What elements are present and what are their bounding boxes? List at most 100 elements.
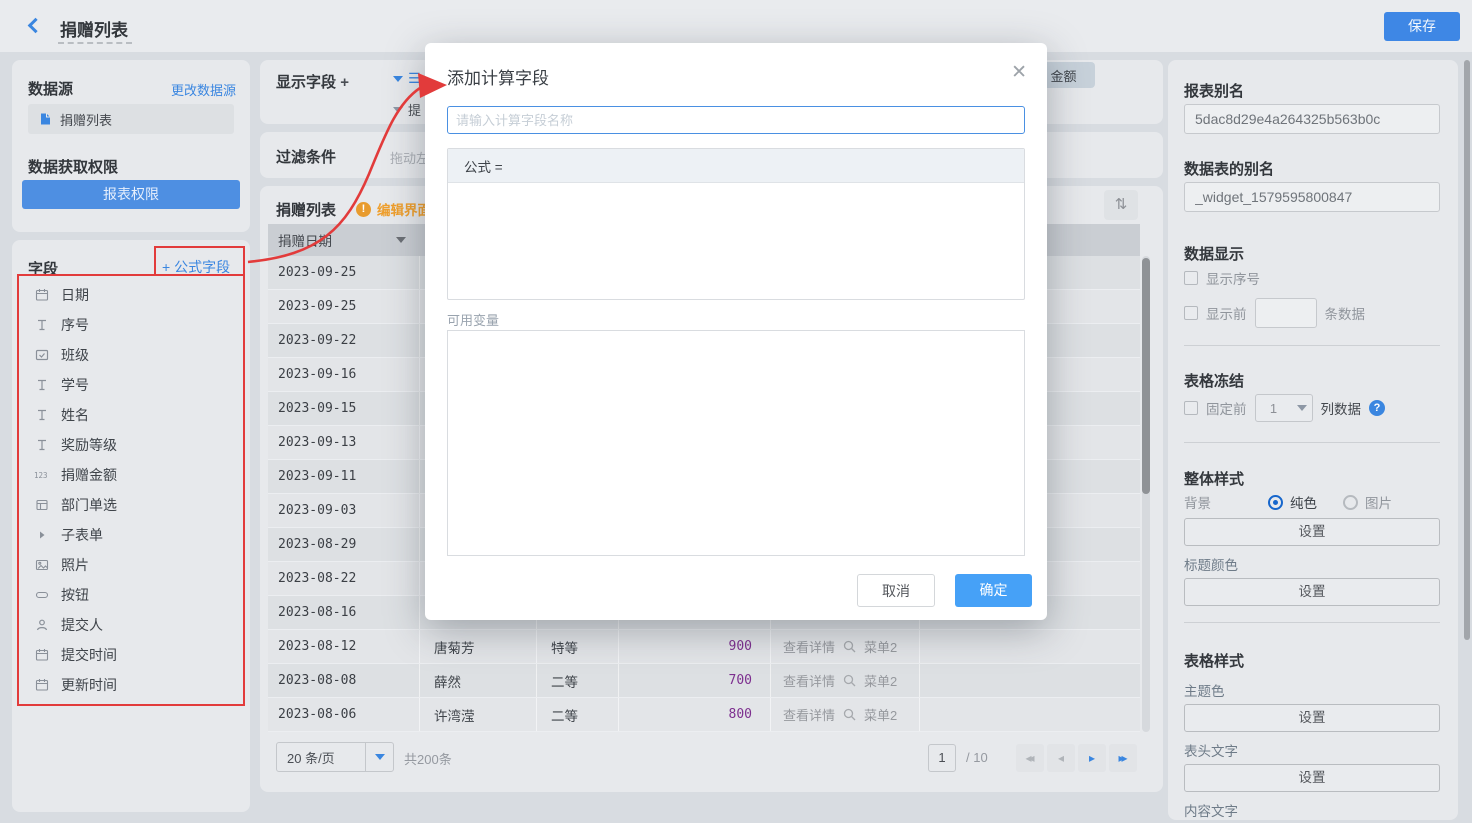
- display-field-chip[interactable]: ☰: [393, 70, 421, 87]
- cell-amount: 900: [619, 630, 771, 663]
- cell-date: 2023-09-22: [268, 324, 420, 357]
- view-detail-link[interactable]: 查看详情: [783, 637, 835, 656]
- first-page-button[interactable]: ◂◂: [1016, 744, 1044, 772]
- edit-ui-link[interactable]: ! 编辑界面: [356, 199, 431, 219]
- add-formula-field-button[interactable]: + 公式字段: [162, 257, 230, 277]
- cell-grade: 二等: [537, 664, 619, 697]
- solid-color-radio[interactable]: [1268, 495, 1283, 510]
- close-icon[interactable]: ✕: [1011, 61, 1027, 84]
- freeze-checkbox[interactable]: [1184, 401, 1198, 415]
- menu2-link[interactable]: 菜单2: [864, 705, 897, 724]
- field-list-item[interactable]: 提交时间: [12, 640, 250, 670]
- next-page-button[interactable]: ▸: [1078, 744, 1106, 772]
- page-scrollbar-thumb[interactable]: [1464, 60, 1470, 640]
- table-heading: 捐赠列表: [276, 199, 336, 220]
- page-size-select[interactable]: 20 条/页: [276, 742, 394, 772]
- field-list-item[interactable]: 提交人: [12, 610, 250, 640]
- warning-icon: !: [356, 202, 371, 217]
- change-datasource-link[interactable]: 更改数据源: [171, 80, 236, 99]
- freeze-heading: 表格冻结: [1184, 370, 1244, 391]
- table-row[interactable]: 2023-08-12 唐菊芳 特等 900 查看详情 菜单2: [268, 630, 1140, 664]
- show-index-row: 显示序号: [1184, 268, 1260, 288]
- show-first-checkbox[interactable]: [1184, 306, 1198, 320]
- title-color-label: 标题颜色: [1184, 554, 1238, 574]
- field-label: 姓名: [61, 405, 89, 425]
- show-first-row: 显示前 条数据: [1184, 298, 1365, 328]
- field-list-item[interactable]: 日期: [12, 280, 250, 310]
- freeze-count-dropdown: [1292, 395, 1312, 421]
- field-list-item[interactable]: 更新时间: [12, 670, 250, 700]
- add-display-field-icon[interactable]: +: [340, 74, 349, 91]
- view-detail-link[interactable]: 查看详情: [783, 705, 835, 724]
- show-index-checkbox[interactable]: [1184, 271, 1198, 285]
- field-list-item[interactable]: 序号: [12, 310, 250, 340]
- modal-title: 添加计算字段: [447, 64, 549, 89]
- field-label: 序号: [61, 315, 89, 335]
- field-type-icon: [34, 497, 50, 513]
- field-list-item[interactable]: 班级: [12, 340, 250, 370]
- content-text-label: 内容文字: [1184, 800, 1238, 820]
- field-label: 日期: [61, 285, 89, 305]
- table-row[interactable]: 2023-08-06 许湾滢 二等 800 查看详情 菜单2: [268, 698, 1140, 732]
- field-label: 更新时间: [61, 675, 117, 695]
- cell-empty: [920, 698, 1140, 731]
- help-icon[interactable]: ?: [1369, 400, 1385, 416]
- table-row[interactable]: 2023-08-08 薛然 二等 700 查看详情 菜单2: [268, 664, 1140, 698]
- show-index-label: 显示序号: [1206, 268, 1260, 288]
- field-list-item[interactable]: 123 捐赠金额: [12, 460, 250, 490]
- field-list-item[interactable]: 姓名: [12, 400, 250, 430]
- formula-editor[interactable]: 公式 =: [447, 148, 1025, 300]
- show-first-count-input[interactable]: [1255, 298, 1317, 328]
- freeze-count-select[interactable]: 1: [1255, 394, 1313, 422]
- field-list-item[interactable]: 子表单: [12, 520, 250, 550]
- back-icon[interactable]: [26, 17, 46, 37]
- cell-name: 唐菊芳: [420, 630, 537, 663]
- save-button[interactable]: 保存: [1384, 12, 1460, 41]
- magnifier-icon[interactable]: [842, 639, 857, 654]
- datasource-item[interactable]: 捐赠列表: [28, 104, 234, 134]
- confirm-button[interactable]: 确定: [955, 574, 1032, 607]
- title-color-setting-button[interactable]: 设置: [1184, 578, 1440, 606]
- theme-color-setting-button[interactable]: 设置: [1184, 704, 1440, 732]
- header-text-setting-button[interactable]: 设置: [1184, 764, 1440, 792]
- page-size-value: 20 条/页: [277, 748, 365, 767]
- report-permission-button[interactable]: 报表权限: [22, 180, 240, 209]
- background-setting-button[interactable]: 设置: [1184, 518, 1440, 546]
- cancel-button[interactable]: 取消: [857, 574, 935, 607]
- field-list-item[interactable]: 部门单选: [12, 490, 250, 520]
- magnifier-icon[interactable]: [842, 707, 857, 722]
- menu2-link[interactable]: 菜单2: [864, 671, 897, 690]
- page-title: 捐赠列表: [60, 16, 128, 41]
- sort-button[interactable]: ⇅: [1104, 190, 1138, 220]
- magnifier-icon[interactable]: [842, 673, 857, 688]
- divider: [1184, 345, 1440, 346]
- data-display-heading: 数据显示: [1184, 243, 1244, 264]
- calc-field-name-input[interactable]: [447, 106, 1025, 134]
- last-page-button[interactable]: ▸▸: [1109, 744, 1137, 772]
- field-type-icon: [34, 377, 50, 393]
- field-list-item[interactable]: 照片: [12, 550, 250, 580]
- table-alias-input[interactable]: [1184, 182, 1440, 212]
- cell-date: 2023-09-25: [268, 256, 420, 289]
- table-scrollbar-thumb[interactable]: [1142, 258, 1150, 494]
- column-header-date[interactable]: 捐赠日期: [268, 230, 420, 250]
- menu2-link[interactable]: 菜单2: [864, 637, 897, 656]
- page-size-dropdown: [365, 743, 393, 771]
- field-label: 班级: [61, 345, 89, 365]
- cell-date: 2023-09-25: [268, 290, 420, 323]
- view-detail-link[interactable]: 查看详情: [783, 671, 835, 690]
- report-alias-input[interactable]: [1184, 104, 1440, 134]
- table-alias-heading: 数据表的别名: [1184, 158, 1274, 179]
- prev-page-button[interactable]: ◂: [1047, 744, 1075, 772]
- freeze-count-value: 1: [1256, 401, 1292, 416]
- field-list-item[interactable]: 学号: [12, 370, 250, 400]
- field-list-item[interactable]: 按钮: [12, 580, 250, 610]
- chevron-down-icon: [393, 107, 403, 113]
- field-type-icon: [34, 587, 50, 603]
- display-field-chip[interactable]: 提: [393, 100, 421, 119]
- field-list-item[interactable]: 奖励等级: [12, 430, 250, 460]
- image-radio[interactable]: [1343, 495, 1358, 510]
- page-number-input[interactable]: 1: [928, 744, 956, 772]
- cell-date: 2023-09-15: [268, 392, 420, 425]
- field-type-icon: [34, 437, 50, 453]
